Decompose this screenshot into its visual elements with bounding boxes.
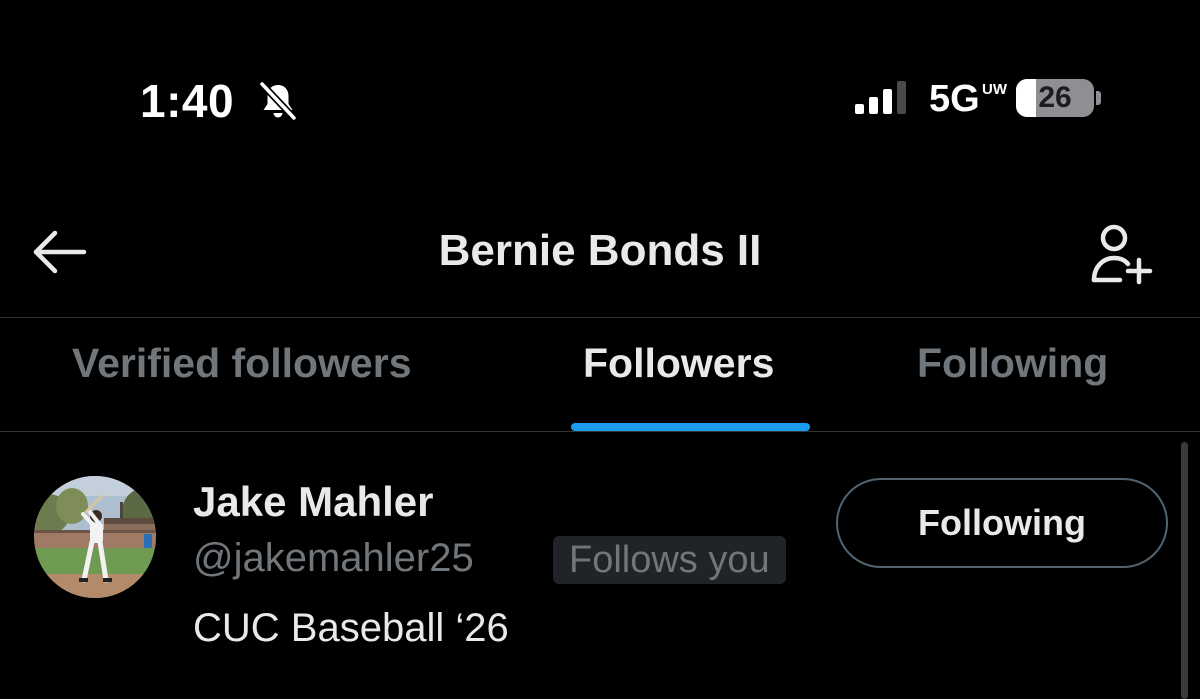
user-name[interactable]: Jake Mahler [193, 478, 433, 526]
battery-cap [1096, 91, 1101, 105]
user-bio: CUC Baseball ‘26 [193, 606, 509, 650]
battery-percent: 26 [1038, 81, 1072, 114]
follows-you-badge: Follows you [553, 536, 786, 584]
add-user-button[interactable] [1084, 220, 1156, 288]
status-time: 1:40 [140, 75, 235, 127]
scrollbar[interactable] [1181, 442, 1188, 699]
status-bar: 1:40 5G UW 26 [0, 0, 1200, 190]
back-button[interactable] [28, 222, 92, 282]
network-sub-label: UW [982, 81, 1007, 98]
tab-verified-followers[interactable]: Verified followers [72, 340, 412, 400]
network-label: 5G [929, 78, 980, 120]
user-handle: @jakemahler25 [193, 536, 474, 580]
tab-following[interactable]: Following [917, 340, 1108, 400]
following-button[interactable]: Following [836, 478, 1168, 568]
page-title: Bernie Bonds II [438, 226, 762, 275]
battery-indicator: 26 [1016, 79, 1094, 117]
add-user-icon [1091, 224, 1153, 285]
arrow-left-icon [33, 230, 87, 274]
avatar-photo [34, 476, 156, 598]
active-tab-indicator [571, 423, 810, 431]
signal-icon [855, 81, 906, 114]
list-item[interactable]: Jake Mahler @jakemahler25 Follows you CU… [0, 432, 1200, 699]
tab-followers[interactable]: Followers [583, 340, 774, 400]
header-divider [0, 317, 1200, 318]
avatar[interactable] [34, 476, 156, 598]
bell-slash-icon [258, 80, 298, 122]
